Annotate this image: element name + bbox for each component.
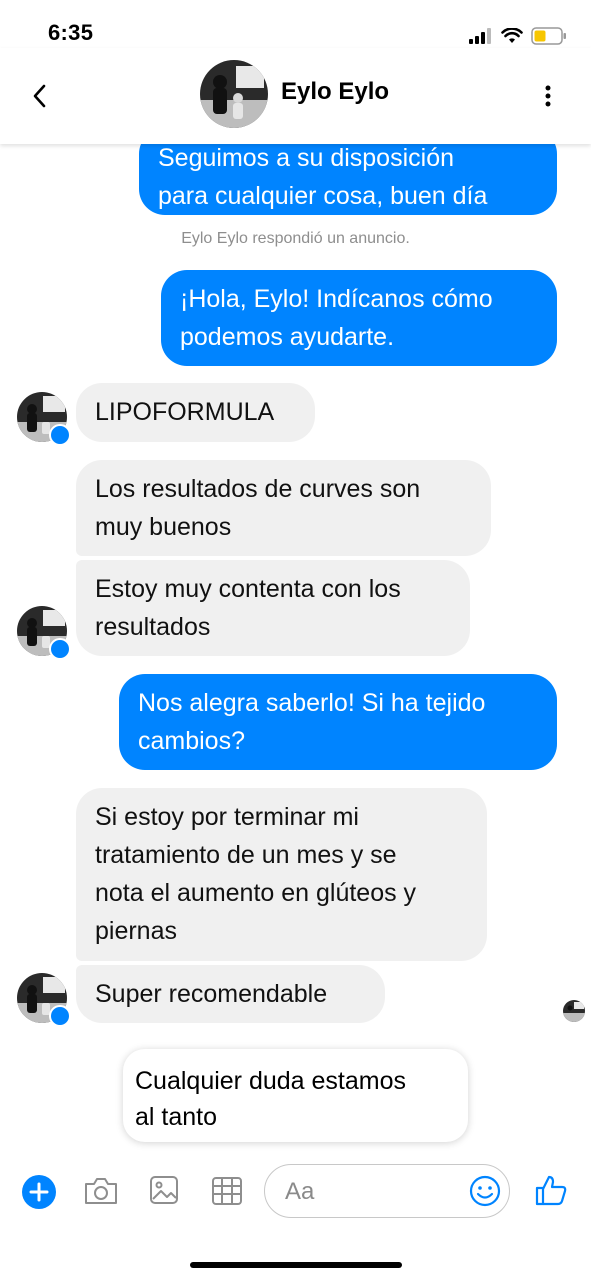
message-line: muy buenos <box>95 513 232 541</box>
message-incoming[interactable]: Si estoy por terminar mi tratamiento de … <box>76 788 487 961</box>
suggested-reply-line: al tanto <box>135 1103 218 1131</box>
message-line: cambios? <box>138 727 245 755</box>
message-line: Super recomendable <box>95 980 328 1008</box>
messenger-badge-icon <box>49 1005 71 1027</box>
contact-name[interactable]: Eylo Eylo <box>281 78 389 106</box>
message-line: Seguimos a su disposición <box>158 144 454 172</box>
message-input-placeholder: Aa <box>285 1178 315 1205</box>
message-line: Estoy muy contenta con los <box>95 575 401 603</box>
thumbs-up-icon <box>535 1175 567 1206</box>
message-line: nota el aumento en glúteos y <box>95 879 417 907</box>
chat-header: Eylo Eylo <box>0 48 591 144</box>
suggested-reply-line: Cualquier duda estamos <box>135 1067 406 1095</box>
emoji-icon <box>469 1175 501 1207</box>
battery-icon <box>531 27 566 45</box>
profile-photo <box>200 60 268 128</box>
add-button[interactable] <box>21 1174 57 1210</box>
message-line: ¡Hola, Eylo! Indícanos cómo <box>180 285 493 313</box>
stickers-button[interactable] <box>211 1175 243 1207</box>
message-line: resultados <box>95 613 211 641</box>
contact-avatar[interactable] <box>200 60 268 128</box>
message-incoming[interactable]: Super recomendable <box>76 965 385 1023</box>
profile-photo <box>563 1000 585 1022</box>
back-button[interactable] <box>26 78 56 114</box>
message-line: piernas <box>95 917 177 945</box>
message-line: tratamiento de un mes y se <box>95 841 397 869</box>
like-button[interactable] <box>533 1172 569 1208</box>
camera-icon <box>85 1178 117 1204</box>
read-receipt-avatar <box>563 1000 585 1022</box>
back-chevron-icon <box>33 84 46 108</box>
suggested-reply-card[interactable]: Cualquier duda estamos al tanto <box>123 1049 468 1142</box>
wifi-icon <box>501 28 523 43</box>
message-line: para cualquier cosa, buen día <box>158 182 488 210</box>
messenger-badge-icon <box>49 424 71 446</box>
message-incoming[interactable]: Los resultados de curves son muy buenos <box>76 460 491 556</box>
message-incoming[interactable]: Estoy muy contenta con los resultados <box>76 560 470 656</box>
message-line: Nos alegra saberlo! Si ha tejido <box>138 689 486 717</box>
sticker-grid-icon <box>212 1177 242 1205</box>
message-line: podemos ayudarte. <box>180 323 395 351</box>
message-line: Si estoy por terminar mi <box>95 803 359 831</box>
messenger-badge-icon <box>49 638 71 660</box>
camera-button[interactable] <box>83 1175 119 1207</box>
status-icons <box>469 24 567 48</box>
plus-icon <box>22 1175 56 1209</box>
status-time: 6:35 <box>48 20 94 45</box>
image-icon <box>150 1176 178 1204</box>
message-incoming[interactable]: LIPOFORMULA <box>76 383 315 442</box>
emoji-button[interactable] <box>469 1175 501 1207</box>
signal-icon <box>469 28 491 44</box>
message-line: Los resultados de curves son <box>95 475 421 503</box>
home-indicator <box>190 1262 402 1268</box>
gallery-button[interactable] <box>149 1174 179 1206</box>
system-note: Eylo Eylo respondió un anuncio. <box>181 230 410 247</box>
message-input[interactable]: Aa <box>264 1164 510 1218</box>
message-outgoing[interactable]: Nos alegra saberlo! Si ha tejido cambios… <box>119 674 557 770</box>
more-options-button[interactable] <box>538 82 558 110</box>
message-outgoing[interactable]: ¡Hola, Eylo! Indícanos cómo podemos ayud… <box>161 270 557 366</box>
message-line: LIPOFORMULA <box>95 398 275 426</box>
more-vertical-icon <box>545 85 551 107</box>
